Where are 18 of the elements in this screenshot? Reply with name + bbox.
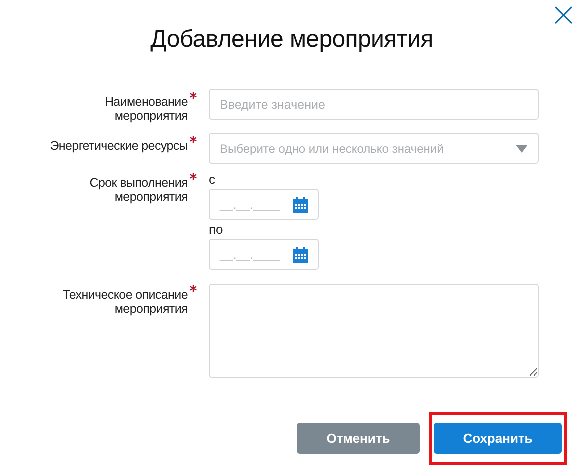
field-label: Наименование мероприятия: [104, 95, 188, 123]
input-field[interactable]: Введите значение: [209, 89, 539, 120]
save-button[interactable]: Сохранить: [434, 423, 562, 454]
date-label: по: [209, 224, 224, 236]
field-label: Срок выполнения мероприятия: [88, 176, 188, 204]
text-area[interactable]: [209, 284, 539, 378]
field-label: Техническое описание мероприятия: [62, 288, 188, 316]
calendar-icon: [293, 246, 308, 262]
field-label: Энергетические ресурсы: [49, 139, 188, 153]
cancel-button[interactable]: Отменить: [297, 423, 420, 454]
date-field[interactable]: __.__.____: [209, 189, 319, 220]
date-label: с: [209, 174, 216, 186]
calendar-icon: [293, 196, 308, 212]
date-field[interactable]: __.__.____: [209, 239, 319, 270]
close-button[interactable]: ×: [550, 0, 578, 32]
dialog-title: Добавление мероприятия: [150, 26, 434, 54]
caret-icon: [516, 144, 528, 152]
select-field[interactable]: Выберите одно или несколько значений: [209, 133, 539, 164]
